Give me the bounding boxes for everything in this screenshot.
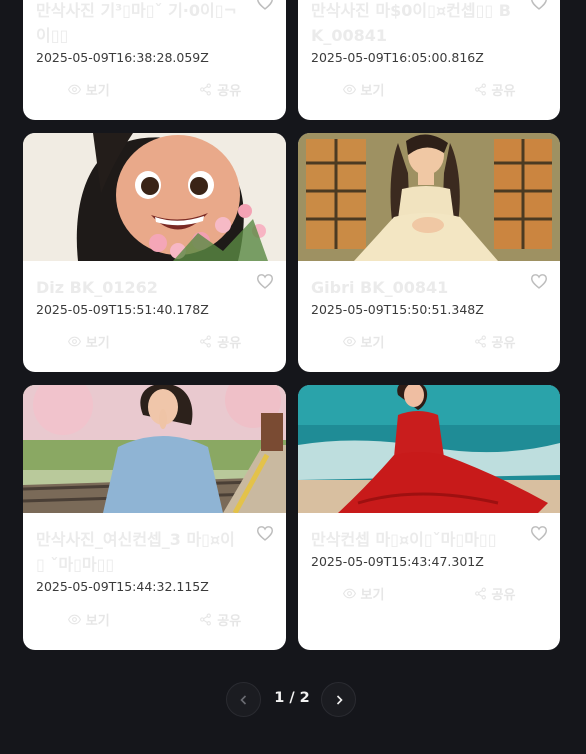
eye-icon [67, 336, 81, 346]
heart-icon[interactable] [256, 273, 274, 289]
eye-icon [342, 336, 356, 346]
chevron-left-icon [239, 694, 246, 705]
view-label: 보기 [85, 83, 110, 99]
view-label: 보기 [85, 335, 110, 351]
eye-icon [342, 588, 356, 598]
image-card[interactable]: 만삭사진_여신컨셉_3 마▯¤이▯ ˇ마▯마▯▯ 2025-05-09T15:4… [23, 385, 286, 650]
view-button[interactable]: 보기 [298, 77, 429, 101]
view-label: 보기 [85, 613, 110, 629]
view-label: 보기 [360, 335, 385, 351]
heart-icon[interactable] [256, 525, 274, 541]
eye-icon [67, 614, 81, 624]
image-card[interactable]: 만삭사진 기⁠³▯마▯ˇ 기·0이▯¬ 이▯▯ 2025-05-09T16:38… [23, 0, 286, 120]
view-button[interactable]: 보기 [23, 329, 155, 353]
share-button[interactable]: 공유 [429, 77, 560, 101]
share-icon [200, 613, 212, 625]
share-label: 공유 [217, 613, 242, 629]
view-button[interactable]: 보기 [23, 77, 155, 101]
share-label: 공유 [491, 587, 516, 603]
share-label: 공유 [217, 335, 242, 351]
eye-icon [342, 84, 356, 94]
card-title: 만삭사진 기⁠³▯마▯ˇ 기·0이▯¬ 이▯▯ [36, 1, 237, 45]
view-label: 보기 [360, 83, 385, 99]
view-button[interactable]: 보기 [23, 607, 155, 631]
heart-icon[interactable] [530, 0, 548, 10]
card-date: 2025-05-09T15:43:47.301Z [311, 554, 484, 569]
view-button[interactable]: 보기 [298, 581, 429, 605]
share-button[interactable]: 공유 [155, 77, 287, 101]
heart-icon[interactable] [530, 273, 548, 289]
share-icon [474, 83, 486, 95]
heart-icon[interactable] [256, 0, 274, 10]
card-title: Diz BK_01262 [36, 278, 158, 297]
heart-icon[interactable] [530, 525, 548, 541]
card-title: 만삭컨셉 마▯¤이▯ˇ마▯마▯▯ [311, 530, 497, 549]
card-thumbnail[interactable] [298, 385, 560, 513]
share-button[interactable]: 공유 [155, 329, 287, 353]
chevron-right-icon [336, 694, 343, 705]
card-thumbnail[interactable] [23, 133, 286, 261]
share-label: 공유 [491, 83, 516, 99]
share-icon [200, 335, 212, 347]
next-page-button[interactable] [321, 682, 356, 717]
page-indicator: 1 / 2 [274, 690, 310, 706]
image-card[interactable]: Gibri BK_00841 2025-05-09T15:50:51.348Z … [298, 133, 560, 372]
image-card[interactable]: 만삭사진 마$0이▯¤컨셉▯▯ BK_00841 2025-05-09T16:0… [298, 0, 560, 120]
prev-page-button[interactable] [226, 682, 261, 717]
card-thumbnail[interactable] [23, 385, 286, 513]
eye-icon [67, 84, 81, 94]
share-icon [200, 83, 212, 95]
share-button[interactable]: 공유 [429, 329, 560, 353]
card-date: 2025-05-09T15:44:32.115Z [36, 579, 209, 594]
card-date: 2025-05-09T15:50:51.348Z [311, 302, 484, 317]
card-thumbnail[interactable] [298, 133, 560, 261]
share-button[interactable]: 공유 [429, 581, 560, 605]
card-date: 2025-05-09T15:51:40.178Z [36, 302, 209, 317]
share-icon [474, 587, 486, 599]
share-label: 공유 [217, 83, 242, 99]
share-button[interactable]: 공유 [155, 607, 287, 631]
pagination: 1 / 2 [0, 682, 586, 718]
card-date: 2025-05-09T16:38:28.059Z [36, 50, 209, 65]
image-card[interactable]: 만삭컨셉 마▯¤이▯ˇ마▯마▯▯ 2025-05-09T15:43:47.301… [298, 385, 560, 650]
view-label: 보기 [360, 587, 385, 603]
card-title: 만삭사진_여신컨셉_3 마▯¤이▯ ˇ마▯마▯▯ [36, 530, 235, 574]
view-button[interactable]: 보기 [298, 329, 429, 353]
share-icon [474, 335, 486, 347]
image-card[interactable]: Diz BK_01262 2025-05-09T15:51:40.178Z 보기… [23, 133, 286, 372]
card-date: 2025-05-09T16:05:00.816Z [311, 50, 484, 65]
card-title: 만삭사진 마$0이▯¤컨셉▯▯ BK_00841 [311, 1, 511, 45]
share-label: 공유 [491, 335, 516, 351]
card-title: Gibri BK_00841 [311, 278, 449, 297]
